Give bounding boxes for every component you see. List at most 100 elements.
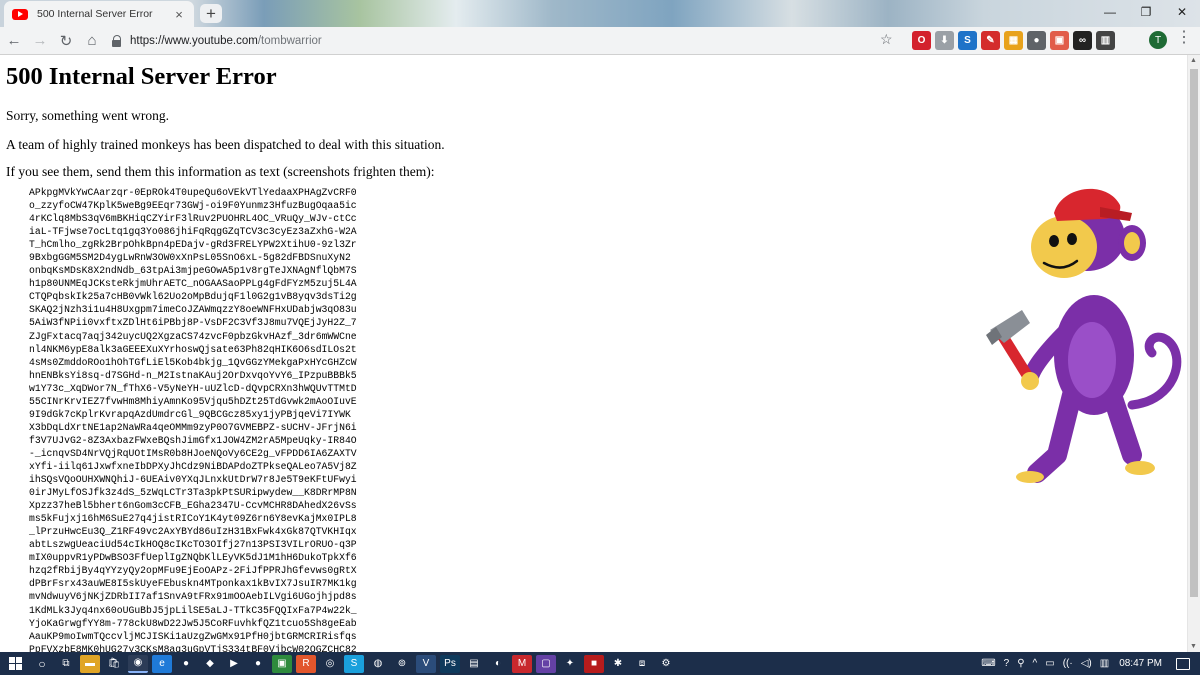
forward-button[interactable]: → [28,29,52,53]
tray-icon[interactable]: ? [1004,658,1010,669]
code-line: _lPrzuHwcEu3Q_Z1RF49vc2AxYBYd86uIzH31BxF… [29,526,357,538]
code-line: nl4NKM6ypE8alk3aGEEEXuXYrhoswQjsate63Ph8… [29,343,357,355]
code-line: T_hCmlho_zgRk2BrpOhkBpn4pEDajv-gRd3FRELY… [29,239,357,251]
minimize-button[interactable]: — [1092,0,1128,24]
palette-extension-icon[interactable]: ▦ [1004,31,1023,50]
app-icon-16[interactable]: ✱ [608,655,628,673]
code-line: dPBrFsrx43auWE8I5skUyeFEbuskn4MTponkax1k… [29,578,357,590]
code-line: X3bDqLdXrtNE1ap2NaWRa4qeOMMm9zyP0O7GVMEB… [29,421,357,433]
lock-icon[interactable] [112,35,122,47]
pen-extension-icon[interactable]: ✎ [981,31,1000,50]
scroll-up-icon[interactable]: ▲ [1190,57,1197,64]
new-tab-button[interactable]: + [200,4,222,23]
code-line: iaL-TFjwse7ocLtq1gq3Yo086jhiFqRqgGZqTCV3… [29,226,357,238]
code-line: SKAQ2jNzh3i1u4H8Uxgpm7imeCoJZAWmqzzY8oeW… [29,304,357,316]
app-icon-3[interactable]: ▶ [224,655,244,673]
taskbar-apps: ⧉ ▬ 🛍 ◉ e ● ◆ ▶ ● ▣ R ◎ S ◍ ⊚ V Ps ▤ ◐ M ▢ ✦ ■ ✱ ⧈ ⚙ [54,654,678,673]
browser-tab[interactable]: 500 Internal Server Error × [4,1,194,27]
app-icon-4[interactable]: ● [248,655,268,673]
system-tray: ⌨? ⚲ ^ ▭ ((· ◁) ▥ 08:47 PM [977,652,1200,675]
app-icon-11[interactable]: ▤ [464,655,484,673]
address-bar[interactable]: https://www.youtube.com/tombwarrior [106,29,906,53]
youtube-favicon-icon [12,8,28,20]
app-icon-6[interactable]: R [296,654,316,673]
tray-icon[interactable]: ⚲ [1017,658,1024,669]
bookmark-star-icon[interactable]: ☆ [880,31,893,48]
app-icon-2[interactable]: ◆ [200,655,220,673]
app-icon-1[interactable]: ● [176,655,196,673]
app-icon-7[interactable]: ◎ [320,655,340,673]
code-line: -_icnqvSD4NrVQjRqUOtIMsR0b8HJoeNQoVy6CE2… [29,447,357,459]
file-explorer-icon[interactable]: ▬ [80,654,100,673]
code-line: xYfi-iilq61JxwfxneIbDPXyJhCdz9NiBDAPdoZT… [29,460,357,472]
code-line: 9BxbgGGM5SM2D4ygLwRnW3OW0xXnPsL05SnO6xL-… [29,252,351,264]
app-icon-17[interactable]: ⧈ [632,655,652,673]
scroll-down-icon[interactable]: ▼ [1190,643,1197,650]
app-icon-10[interactable]: V [416,654,436,673]
code-line: 4sMs0ZmddoROo1hOhTGfLiEl5Kob4bkjg_1QvGGz… [29,356,357,368]
scrollbar-thumb[interactable] [1190,69,1198,597]
url-host: https://www.youtube.com [130,35,258,47]
code-line: 55CINrKrvIEZ7fvwHm8MhiyAmnKo95Vjqu5hDZt2… [29,395,357,407]
code-line: ms5kFujxj16hM6SuE27q4jistRICoY1K4yt09Z6r… [29,513,357,525]
app-icon-12[interactable]: ◐ [488,655,508,673]
app-icon-9[interactable]: ⊚ [392,655,412,673]
tab-strip: 500 Internal Server Error × + — ❐ ✕ [0,0,1200,27]
tray-icon[interactable]: ⌨ [981,658,995,669]
cortana-search-icon[interactable]: ○ [32,655,52,673]
back-button[interactable]: ← [2,29,26,53]
profile-avatar[interactable]: T [1149,31,1167,49]
code-line: PpFVXzbE8MK0hUG27y3CKsM8aq3uGpVTjS334tBF… [29,643,357,652]
chrome-icon[interactable]: ◉ [128,654,148,673]
bulb-extension-icon[interactable]: ● [1027,31,1046,50]
url-text[interactable]: https://www.youtube.com/tombwarrior [130,35,322,47]
url-path: /tombwarrior [257,35,322,47]
extension-icons: O ⬇ S ✎ ▦ ● ▣ ∞ ▥ [912,31,1115,50]
monkey-illustration [986,188,1182,483]
s-extension-icon[interactable]: S [958,31,977,50]
tray-icon[interactable]: ◁) [1081,658,1092,669]
twitch-icon[interactable]: ▢ [536,654,556,673]
tray-icon[interactable]: ▭ [1045,658,1054,669]
close-window-button[interactable]: ✕ [1164,0,1200,24]
app-icon-5[interactable]: ▣ [272,654,292,673]
opera-icon[interactable]: O [912,31,931,50]
window-controls: — ❐ ✕ [1092,0,1200,24]
tab-close-icon[interactable]: × [172,7,186,22]
code-line: hnENBksYi8sq-d7SGHd-n_M2IstnaKAuj2OrDxvq… [29,369,357,381]
app-icon-14[interactable]: ✦ [560,655,580,673]
page-content: 500 Internal Server Error Sorry, somethi… [0,55,1187,652]
browser-menu-icon[interactable]: ⋮ [1176,30,1192,46]
windows-taskbar: ○ ⧉ ▬ 🛍 ◉ e ● ◆ ▶ ● ▣ R ◎ S ◍ ⊚ V Ps ▤ ◐ M ▢ ✦ ■ ✱ ⧈ ⚙ ⌨? ⚲ ^ ▭ ((· ◁)… [0,652,1200,675]
store-icon[interactable]: 🛍 [104,655,124,673]
code-line: Xpzz37heBl5bhert6nGom3cCFB_EGha2347U-Ccv… [29,500,357,512]
tray-icon[interactable]: ^ [1033,658,1038,669]
action-center-icon[interactable] [1176,657,1190,670]
download-icon[interactable]: ⬇ [935,31,954,50]
taskbar-clock[interactable]: 08:47 PM [1119,658,1162,669]
code-line: APkpgMVkYwCAarzqr-0EpROk4T0upeQu6oVEkVTl… [29,187,357,198]
reload-button[interactable]: ↻ [54,29,78,53]
app-icon-18[interactable]: ⚙ [656,655,676,673]
code-line: f3V7UJvG2-8Z3AxbazFWxeBQshJimGfx1JOW4ZM2… [29,434,357,446]
grid-extension-icon[interactable]: ▥ [1096,31,1115,50]
app-icon-8[interactable]: ◍ [368,655,388,673]
app-icon-13[interactable]: M [512,654,532,673]
code-line: ZJgFxtacq7aqj342uycUQ2XgzaCS74zvcF0pbzGk… [29,330,357,342]
tray-icon[interactable]: ▥ [1100,658,1109,669]
start-button[interactable] [0,652,30,675]
restore-button[interactable]: ❐ [1128,0,1164,24]
page-scrollbar[interactable]: ▲ ▼ [1187,55,1200,652]
image-extension-icon[interactable]: ▣ [1050,31,1069,50]
task-view-icon[interactable]: ⧉ [56,655,76,673]
skype-icon[interactable]: S [344,654,364,673]
code-line: 0irJMyLfOSJfk3z4dS_5zWqLCTr3Ta3pkPtSURip… [29,487,357,499]
photoshop-icon[interactable]: Ps [440,654,460,673]
code-line: mIX0uppvR1yPDwBSO3FfUeplIgZNQbKlLEyVK5dJ… [29,552,357,564]
app-icon-15[interactable]: ■ [584,654,604,673]
edge-icon[interactable]: e [152,654,172,673]
home-button[interactable]: ⌂ [80,29,104,53]
tray-icon[interactable]: ((· [1063,658,1073,669]
code-line: o_zzyfoCW47KplK5weBg9EEqr73GWj-oi9F0Yunm… [29,200,357,212]
glasses-extension-icon[interactable]: ∞ [1073,31,1092,50]
